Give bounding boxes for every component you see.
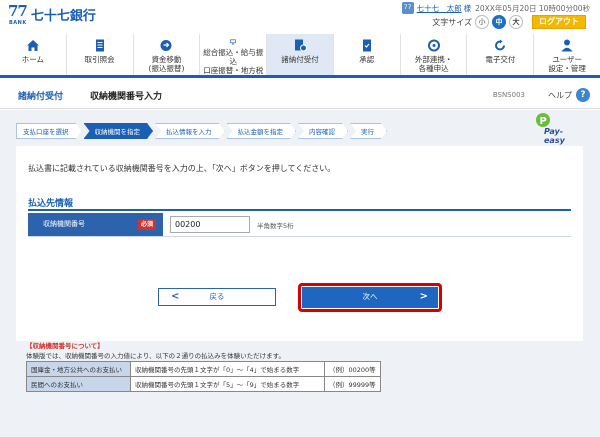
- refresh-icon: [495, 39, 506, 51]
- last-login-time: 20XX年05月20日 10時00分00秒: [475, 3, 590, 13]
- help-link[interactable]: ヘルプ: [548, 90, 572, 101]
- nav-label: 資金移動 (振込振替): [148, 55, 185, 73]
- screen-id: BSNS003: [492, 91, 525, 99]
- main-content: 支払口座を選択 収納機関を指定 払込情報を入力 払込金額を指定 内容確認 実行 …: [0, 110, 600, 437]
- table-cell: （例）99999等: [324, 376, 381, 392]
- step-enter-payment-info: 払込情報を入力: [155, 123, 225, 139]
- font-size-label: 文字サイズ: [432, 17, 472, 27]
- user-icon: [561, 39, 573, 52]
- back-button-label: 戻る: [209, 292, 225, 301]
- step-select-account: 支払口座を選択: [16, 123, 82, 139]
- nav-label: 諸納付受付: [281, 55, 319, 64]
- nav-label: 取引照会: [84, 55, 115, 64]
- chevron-right-icon: >: [419, 291, 428, 302]
- payment-icon: [295, 39, 308, 52]
- logout-button[interactable]: ログアウト: [532, 15, 586, 29]
- step-specify-amount: 払込金額を指定: [227, 123, 297, 139]
- payeasy-text: Pay-easy: [544, 127, 565, 145]
- section-divider: [28, 209, 571, 211]
- required-badge: 必須: [138, 219, 156, 230]
- agency-number-input[interactable]: 00200: [170, 216, 250, 233]
- user-honorific: 様: [463, 3, 472, 13]
- form-panel: 払込書に記載されている収納機関番号を入力の上、「次へ」ボタンを押してください。 …: [16, 146, 583, 341]
- nav-label: ホーム: [21, 55, 45, 64]
- table-cell: 民間へのお支払い: [26, 376, 131, 392]
- title-bar: 諸納付受付 収納機関番号入力 BSNS003 ヘルプ ?: [0, 81, 600, 109]
- table-cell: 収納機関番号の先頭１文字が「5」～「9」で始まる数字: [130, 376, 325, 392]
- nav-label: 外部連携・ 各種申込: [414, 55, 453, 73]
- payeasy-logo: P Pay-easy: [532, 112, 582, 145]
- nav-item-user-settings[interactable]: ユーザー 設定・管理: [534, 34, 600, 75]
- user-badge-icon: 77: [401, 2, 414, 14]
- back-button[interactable]: < 戻る: [158, 288, 276, 306]
- table-cell: 収納機関番号の先頭１文字が「0」～「4」で始まる数字: [130, 361, 325, 377]
- page-title: 収納機関番号入力: [90, 92, 163, 102]
- nav-item-e-delivery[interactable]: 電子交付: [467, 34, 535, 75]
- nav-label: 総合振込・給与振込 口座振替・地方税: [203, 48, 264, 75]
- chevron-left-icon: <: [171, 291, 180, 302]
- nav-item-transfer[interactable]: 資金移動 (振込振替): [134, 34, 201, 75]
- font-size-medium-button[interactable]: 中: [492, 15, 506, 29]
- link-icon: [427, 39, 440, 52]
- monitor-icon: [230, 39, 237, 45]
- bank-name: 七十七銀行: [30, 9, 96, 24]
- global-nav: ホーム 取引照会 資金移動 (振込振替) 総合振込・給与振込 口座振替・地方税 …: [0, 34, 600, 78]
- note-text: 体験版では、収納機関番号の入力値により、以下の２通りの払込みを体験いただけます。: [26, 352, 285, 360]
- note-table: 国庫金・地方公共へのお支払い 収納機関番号の先頭１文字が「0」～「4」で始まる数…: [26, 361, 381, 392]
- agency-number-row: 収納機関番号 必須 00200 半角数字5桁: [28, 213, 571, 237]
- font-size-small-button[interactable]: 小: [475, 15, 489, 29]
- nav-item-inquiry[interactable]: 取引照会: [67, 34, 134, 75]
- logo-mark: 77: [8, 2, 28, 20]
- nav-label: ユーザー 設定・管理: [548, 55, 586, 73]
- approval-icon: [362, 39, 371, 52]
- table-row: 民間へのお支払い 収納機関番号の先頭１文字が「5」～「9」で始まる数字 （例）9…: [26, 376, 381, 392]
- nav-item-approval[interactable]: 承認: [334, 34, 401, 75]
- nav-item-bulk-transfer[interactable]: 総合振込・給与振込 口座振替・地方税: [200, 34, 268, 75]
- next-button-label: 次へ: [362, 292, 378, 301]
- table-cell: 国庫金・地方公共へのお支払い: [26, 361, 131, 377]
- font-size-large-button[interactable]: 大: [509, 15, 523, 29]
- nav-item-payment[interactable]: 諸納付受付: [267, 34, 334, 75]
- document-icon: [95, 39, 104, 52]
- svg-text:P: P: [540, 116, 547, 127]
- logo-bank-text: BANK: [9, 20, 27, 26]
- nav-label: 承認: [359, 55, 375, 64]
- bank-logo[interactable]: 77 BANK 七十七銀行: [8, 2, 96, 27]
- next-button-highlight: 次へ >: [298, 283, 442, 312]
- user-info: 77 七十七 太郎 様 20XX年05月20日 10時00分00秒: [401, 2, 590, 14]
- help-icon[interactable]: ?: [576, 88, 590, 102]
- user-name-link[interactable]: 七十七 太郎: [417, 3, 462, 14]
- header: 77 BANK 七十七銀行 77 七十七 太郎 様 20XX年05月20日 10…: [0, 0, 600, 34]
- input-hint: 半角数字5桁: [257, 222, 294, 230]
- home-icon: [26, 40, 39, 51]
- note-title: 【収納機関番号について】: [26, 342, 104, 350]
- step-specify-agency: 収納機関を指定: [84, 123, 154, 139]
- table-cell: （例）00200等: [324, 361, 381, 377]
- page-category: 諸納付受付: [18, 92, 64, 102]
- nav-item-home[interactable]: ホーム: [0, 34, 67, 75]
- next-button[interactable]: 次へ >: [302, 287, 438, 308]
- nav-label: 電子交付: [485, 55, 516, 64]
- step-confirm: 内容確認: [298, 123, 348, 139]
- table-row: 国庫金・地方公共へのお支払い 収納機関番号の先頭１文字が「0」～「4」で始まる数…: [26, 361, 381, 377]
- section-title: 払込先情報: [28, 199, 74, 209]
- transfer-icon: [160, 40, 172, 51]
- nav-item-external[interactable]: 外部連携・ 各種申込: [401, 34, 468, 75]
- instruction-text: 払込書に記載されている収納機関番号を入力の上、「次へ」ボタンを押してください。: [28, 164, 336, 173]
- step-execute: 実行: [350, 123, 387, 139]
- progress-steps: 支払口座を選択 収納機関を指定 払込情報を入力 払込金額を指定 内容確認 実行: [16, 123, 389, 139]
- font-size-control: 文字サイズ 小 中 大 ログアウト: [432, 15, 586, 29]
